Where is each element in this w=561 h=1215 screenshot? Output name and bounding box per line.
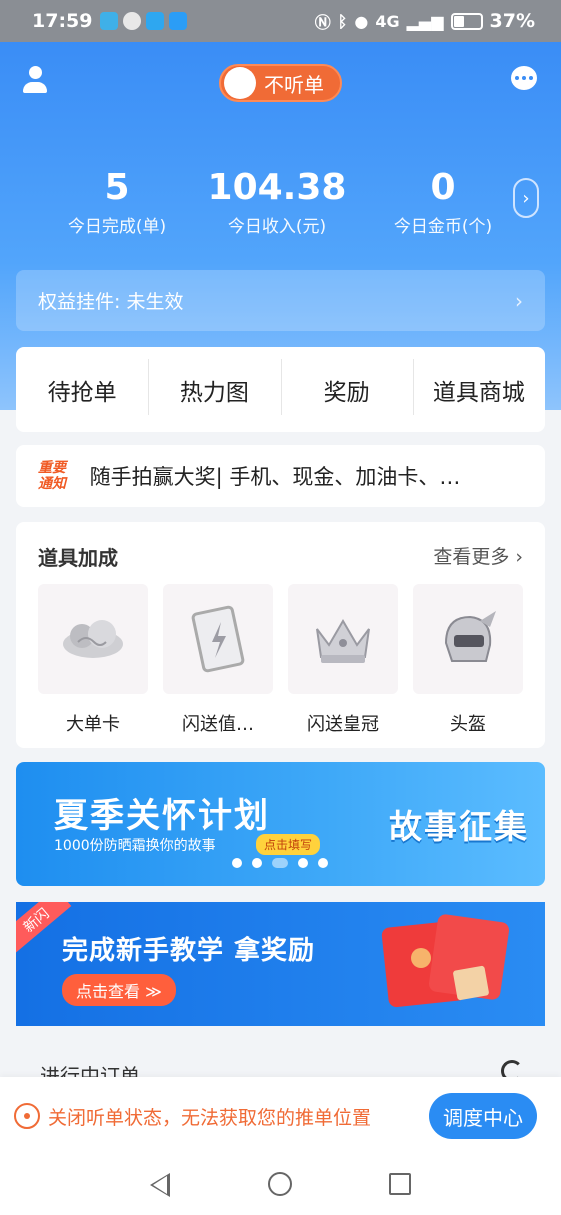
banner-subtitle: 1000份防晒霜换你的故事 [54,838,216,854]
stats-more-arrow[interactable]: › [513,178,539,218]
user-icon[interactable] [22,66,48,94]
tab-props-store[interactable]: 道具商城 [412,358,545,415]
status-time: 17:59 [32,10,93,32]
bluetooth-icon: ᛒ [337,11,348,31]
prop-name: 头盔 [450,714,486,735]
banner-right-text: 故事征集 [389,807,529,846]
badge-line: 重要 [38,460,66,476]
network-indicator: 4G [375,11,400,31]
stat-completed[interactable]: 5 今日完成(单) [37,167,197,238]
prop-name: 闪送皇冠 [307,714,379,735]
tab-heatmap[interactable]: 热力图 [148,358,280,415]
stat-coins[interactable]: 0 今日金币(个) [363,167,523,238]
location-icon: ● [354,11,369,31]
stat-label: 今日完成(单) [67,217,167,237]
prop-item[interactable]: 闪送皇冠 [288,584,398,736]
prop-name: 闪送值… [182,714,254,735]
notice-bar[interactable]: 重要 通知 随手拍赢大奖| 手机、现金、加油卡、… [16,445,545,507]
listen-toggle[interactable]: 不听单 [219,64,342,102]
app-notification-icon [100,12,119,30]
back-icon[interactable] [150,1173,170,1197]
battery-icon [450,12,483,30]
toggle-label: 不听单 [264,72,324,97]
recent-apps-icon[interactable] [389,1173,411,1195]
status-right: Ⓝ ᛒ ● 4G ▂▄▆ 37% [315,9,535,33]
prop-item[interactable]: 闪送值… [163,584,273,736]
app-notification-icon [146,12,165,30]
carousel-dots [232,858,328,868]
rights-label: 权益挂件: 未生效 [38,291,184,313]
stat-income[interactable]: 104.38 今日收入(元) [197,167,357,238]
feature-tabs: 待抢单 热力图 奖励 道具商城 [16,347,545,432]
card-icon [163,584,273,694]
prop-name: 大单卡 [66,714,120,735]
cloud-icon [38,584,148,694]
view-button[interactable]: 点击查看 ≫ [62,974,176,1006]
tab-rewards[interactable]: 奖励 [280,358,413,415]
dispatch-bar: 关闭听单状态，无法获取您的推单位置 调度中心 [0,1077,561,1155]
important-notice-badge: 重要 通知 [38,460,78,492]
toggle-knob [224,67,256,99]
props-section: 道具加成 查看更多 › 大单卡 闪送值… 闪送皇冠 头盔 [16,522,545,748]
status-app-icons [100,12,188,30]
section-title: 道具加成 [38,546,118,570]
tab-grab-orders[interactable]: 待抢单 [16,373,148,407]
battery-percent: 37% [489,10,535,32]
carousel-dot-active[interactable] [272,858,288,868]
carousel-dot[interactable] [232,858,242,868]
carousel-dot[interactable] [252,858,262,868]
crown-icon [288,584,398,694]
carousel-dot[interactable] [298,858,308,868]
banner-title: 夏季关怀计划 [54,796,270,836]
chevron-right-icon: › [515,288,523,313]
signal-icon: ▂▄▆ [406,11,444,31]
see-more-link[interactable]: 查看更多 › [433,542,523,569]
dispatch-message: 关闭听单状态，无法获取您的推单位置 [48,1106,372,1129]
app-notification-icon [169,12,188,30]
daily-stats: 5 今日完成(单) 104.38 今日收入(元) 0 今日金币(个) [0,168,561,238]
message-icon[interactable] [511,66,537,90]
stat-label: 今日金币(个) [393,217,493,237]
system-nav-bar [0,1155,561,1215]
carousel-dot[interactable] [318,858,328,868]
prop-item[interactable]: 头盔 [413,584,523,736]
newbie-tutorial-banner[interactable]: 新闪 完成新手教学 拿奖励 点击查看 ≫ [16,902,545,1026]
status-bar: 17:59 Ⓝ ᛒ ● 4G ▂▄▆ 37% [0,0,561,42]
stat-value: 104.38 [207,167,347,208]
helmet-icon [413,584,523,694]
dispatch-center-button[interactable]: 调度中心 [429,1093,537,1139]
fill-in-button[interactable]: 点击填写 [256,834,321,855]
summer-care-banner[interactable]: 夏季关怀计划 1000份防晒霜换你的故事 点击填写 故事征集 [16,762,545,886]
rights-pendant-row[interactable]: 权益挂件: 未生效 › [16,270,545,331]
badge-line: 通知 [38,476,66,492]
location-off-icon [14,1103,40,1129]
stat-value: 5 [104,167,130,208]
red-envelope-icon [381,913,511,1008]
notice-text: 随手拍赢大奖| 手机、现金、加油卡、… [89,465,461,489]
home-icon[interactable] [268,1172,292,1196]
battery-fill [453,15,464,27]
nfc-icon: Ⓝ [314,13,331,32]
stat-value: 0 [430,167,456,208]
banner-title: 完成新手教学 拿奖励 [62,936,316,966]
app-notification-icon [123,12,142,30]
stat-label: 今日收入(元) [227,217,327,237]
prop-item[interactable]: 大单卡 [38,584,148,736]
